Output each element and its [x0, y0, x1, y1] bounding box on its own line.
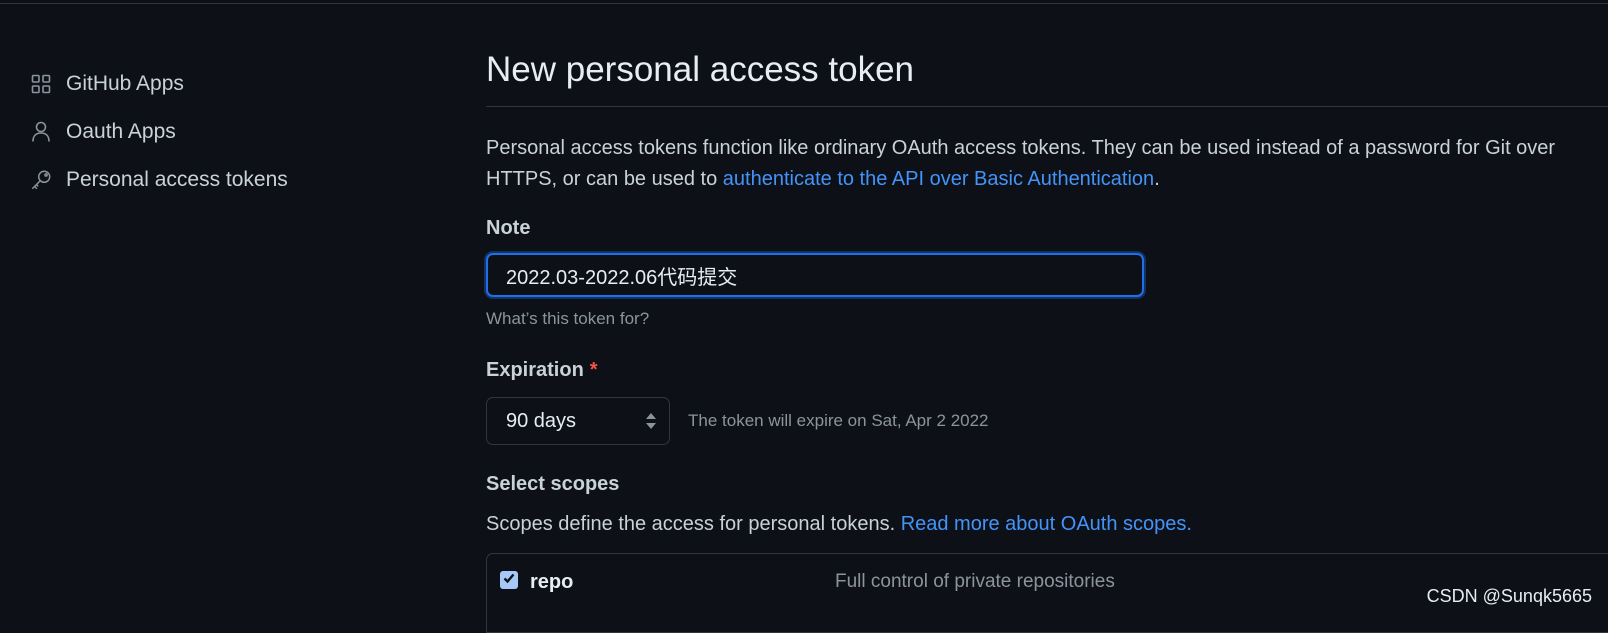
- expiration-note: The token will expire on Sat, Apr 2 2022: [688, 411, 989, 430]
- repo-scope-description: Full control of private repositories: [835, 571, 1115, 592]
- scopes-description: Scopes define the access for personal to…: [486, 513, 1608, 536]
- expiration-row: 90 days The token will expire on Sat, Ap…: [486, 397, 1608, 445]
- sidebar-item-label: Oauth Apps: [66, 120, 176, 143]
- apps-grid-icon: [30, 73, 52, 95]
- expiration-selected-value: 90 days: [506, 409, 577, 432]
- sidebar-item-label: GitHub Apps: [66, 72, 184, 95]
- top-divider: [0, 3, 1608, 4]
- token-form: New personal access token Personal acces…: [486, 40, 1608, 633]
- intro-end: .: [1154, 168, 1160, 190]
- sidebar-item-personal-access-tokens[interactable]: Personal access tokens: [30, 156, 410, 204]
- key-icon: [30, 169, 52, 191]
- scopes-label: Select scopes: [486, 473, 620, 495]
- note-label: Note: [486, 217, 531, 239]
- note-input[interactable]: [486, 253, 1144, 297]
- settings-sidebar: GitHub Apps Oauth Apps Personal access t…: [30, 60, 410, 204]
- scopes-description-text: Scopes define the access for personal to…: [486, 513, 901, 535]
- expiration-label: Expiration *: [486, 359, 1608, 385]
- repo-scope-name: repo: [530, 571, 574, 593]
- basic-auth-link[interactable]: authenticate to the API over Basic Authe…: [723, 168, 1154, 190]
- intro-paragraph: Personal access tokens function like ord…: [486, 133, 1596, 195]
- select-arrows-icon: [645, 412, 657, 430]
- checkmark-icon: [502, 571, 516, 590]
- expiration-label-text: Expiration: [486, 359, 584, 381]
- repo-scope-checkbox[interactable]: [500, 571, 518, 589]
- watermark: CSDN @Sunqk5665: [1426, 586, 1592, 606]
- sidebar-item-github-apps[interactable]: GitHub Apps: [30, 60, 410, 108]
- sidebar-item-oauth-apps[interactable]: Oauth Apps: [30, 108, 410, 156]
- note-hint: What’s this token for?: [486, 309, 650, 328]
- oauth-scopes-link[interactable]: Read more about OAuth scopes.: [901, 513, 1192, 535]
- expiration-select[interactable]: 90 days: [486, 397, 670, 445]
- sidebar-item-label: Personal access tokens: [66, 168, 288, 191]
- page-title: New personal access token: [486, 50, 914, 89]
- title-divider: [486, 106, 1608, 107]
- required-mark: *: [589, 359, 598, 381]
- person-icon: [30, 121, 52, 143]
